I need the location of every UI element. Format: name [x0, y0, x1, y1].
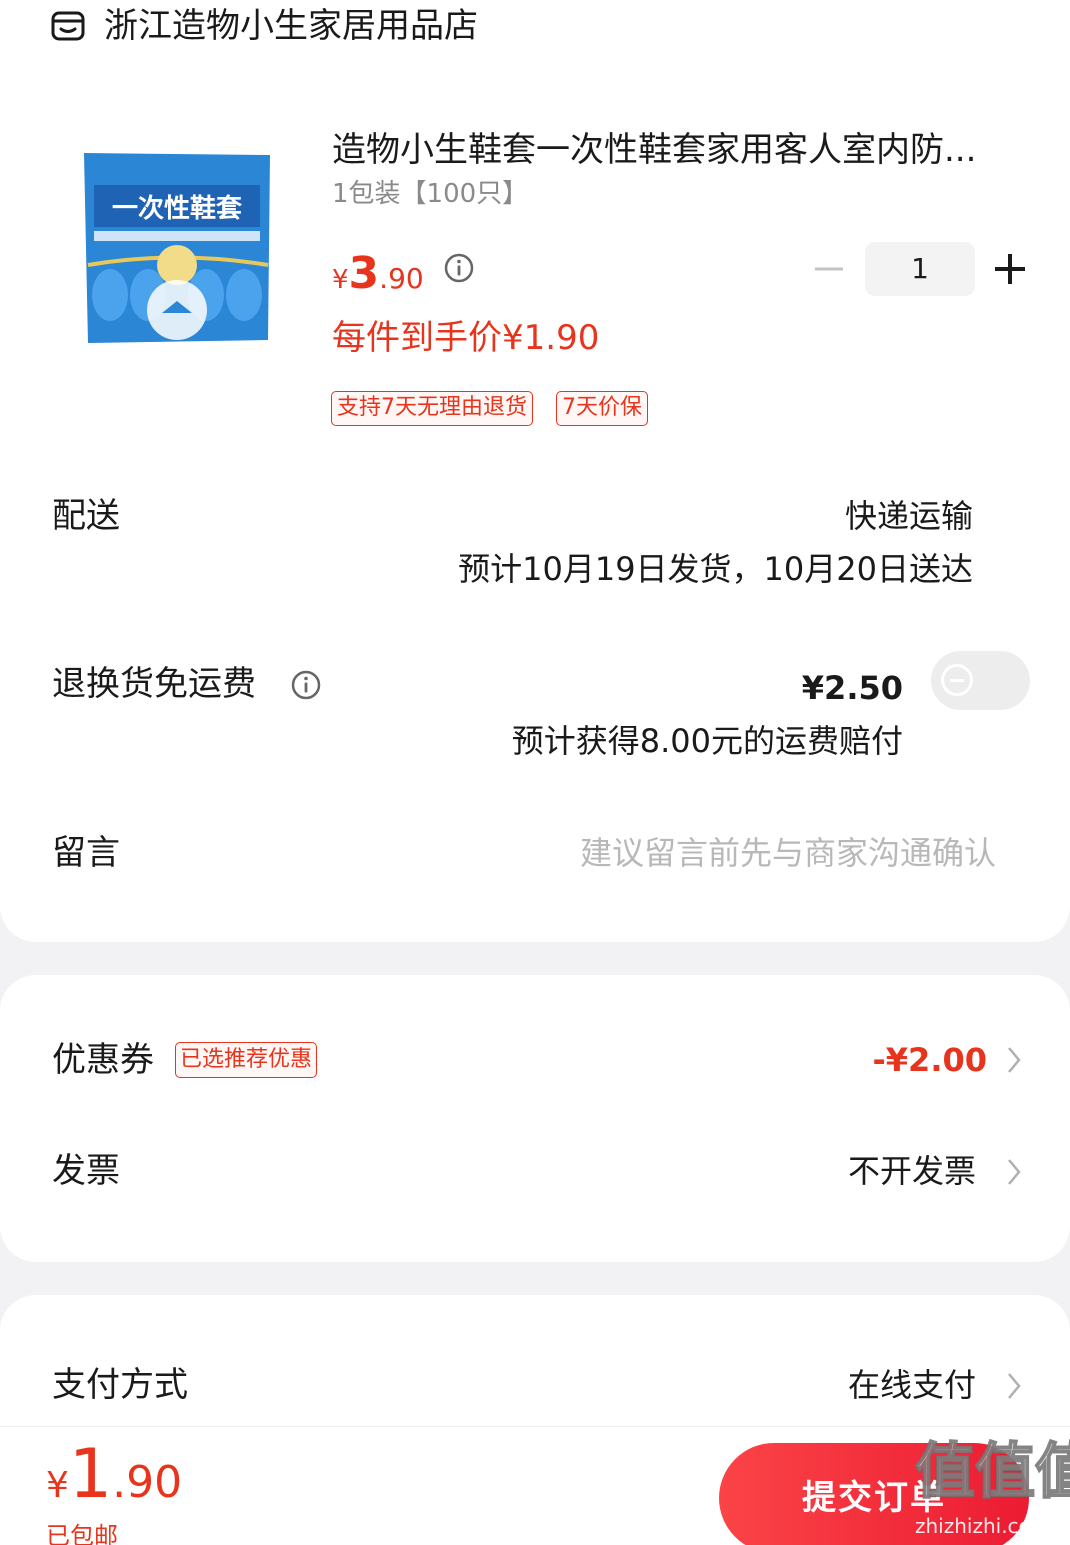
- discount-card: [0, 975, 1070, 1262]
- service-tag-price-protect: 7天价保: [556, 391, 648, 426]
- total-currency: ¥: [46, 1465, 69, 1506]
- watermark-url: zhizhizhi.com: [915, 1514, 1051, 1538]
- invoice-value[interactable]: 不开发票: [848, 1148, 976, 1194]
- coupon-value[interactable]: -¥2.00: [873, 1037, 988, 1083]
- return-shipping-label: 退换货免运费: [52, 664, 256, 704]
- payment-label[interactable]: 支付方式: [52, 1362, 188, 1408]
- chevron-right-icon[interactable]: [1006, 1371, 1022, 1401]
- quantity-value[interactable]: 1: [865, 242, 975, 296]
- product-image-text: 一次性鞋套: [112, 194, 243, 224]
- return-shipping-note: 预计获得8.00元的运费赔付: [511, 722, 903, 760]
- total-price: ¥1.90: [46, 1435, 182, 1532]
- product-spec[interactable]: 1包装【100只】: [332, 176, 528, 212]
- shop-icon: [51, 11, 85, 41]
- total-decimal: .90: [112, 1457, 183, 1508]
- service-tag-return: 支持7天无理由退货: [331, 391, 533, 426]
- final-unit-price: 每件到手价¥1.90: [332, 318, 600, 358]
- watermark-logo: 值值值: [914, 1436, 1070, 1508]
- return-info-icon[interactable]: [290, 669, 322, 701]
- product-image[interactable]: 一次性鞋套: [70, 135, 284, 353]
- price-integer: 3: [348, 248, 380, 299]
- coupon-label[interactable]: 优惠券: [52, 1037, 154, 1083]
- order-item-card: 浙江造物小生家居用品店 一次性鞋套 造物小生鞋套一次性鞋套家用客人室内防... …: [0, 0, 1070, 942]
- message-label: 留言: [52, 833, 120, 873]
- message-input[interactable]: [436, 830, 996, 876]
- product-title[interactable]: 造物小生鞋套一次性鞋套家用客人室内防...: [332, 126, 1022, 174]
- payment-value[interactable]: 在线支付: [848, 1362, 976, 1408]
- quantity-decrease-button[interactable]: [814, 254, 844, 284]
- price-info-icon[interactable]: [443, 252, 475, 284]
- invoice-label[interactable]: 发票: [52, 1148, 120, 1194]
- delivery-label: 配送: [52, 496, 120, 536]
- return-shipping-price: ¥2.50: [801, 669, 903, 707]
- delivery-method: 快递运输: [844, 497, 973, 535]
- quantity-increase-button[interactable]: [993, 252, 1027, 286]
- delivery-estimate: 预计10月19日发货，10月20日送达: [458, 550, 973, 588]
- total-integer: 1: [68, 1435, 113, 1514]
- chevron-right-icon[interactable]: [1006, 1045, 1022, 1075]
- checkout-bar: ¥1.90 已包邮 提交订单 值值值 zhizhizhi.com: [0, 1426, 1070, 1545]
- free-shipping-note: 已包邮: [46, 1522, 118, 1545]
- return-shipping-toggle[interactable]: [931, 651, 1030, 710]
- toggle-off-icon: [941, 664, 973, 696]
- price-decimal: .90: [379, 262, 424, 295]
- product-price: ¥3.90: [332, 244, 424, 313]
- price-currency: ¥: [332, 265, 349, 295]
- chevron-right-icon[interactable]: [1006, 1157, 1022, 1187]
- coupon-tag: 已选推荐优惠: [175, 1042, 318, 1078]
- shop-name[interactable]: 浙江造物小生家居用品店: [104, 4, 478, 48]
